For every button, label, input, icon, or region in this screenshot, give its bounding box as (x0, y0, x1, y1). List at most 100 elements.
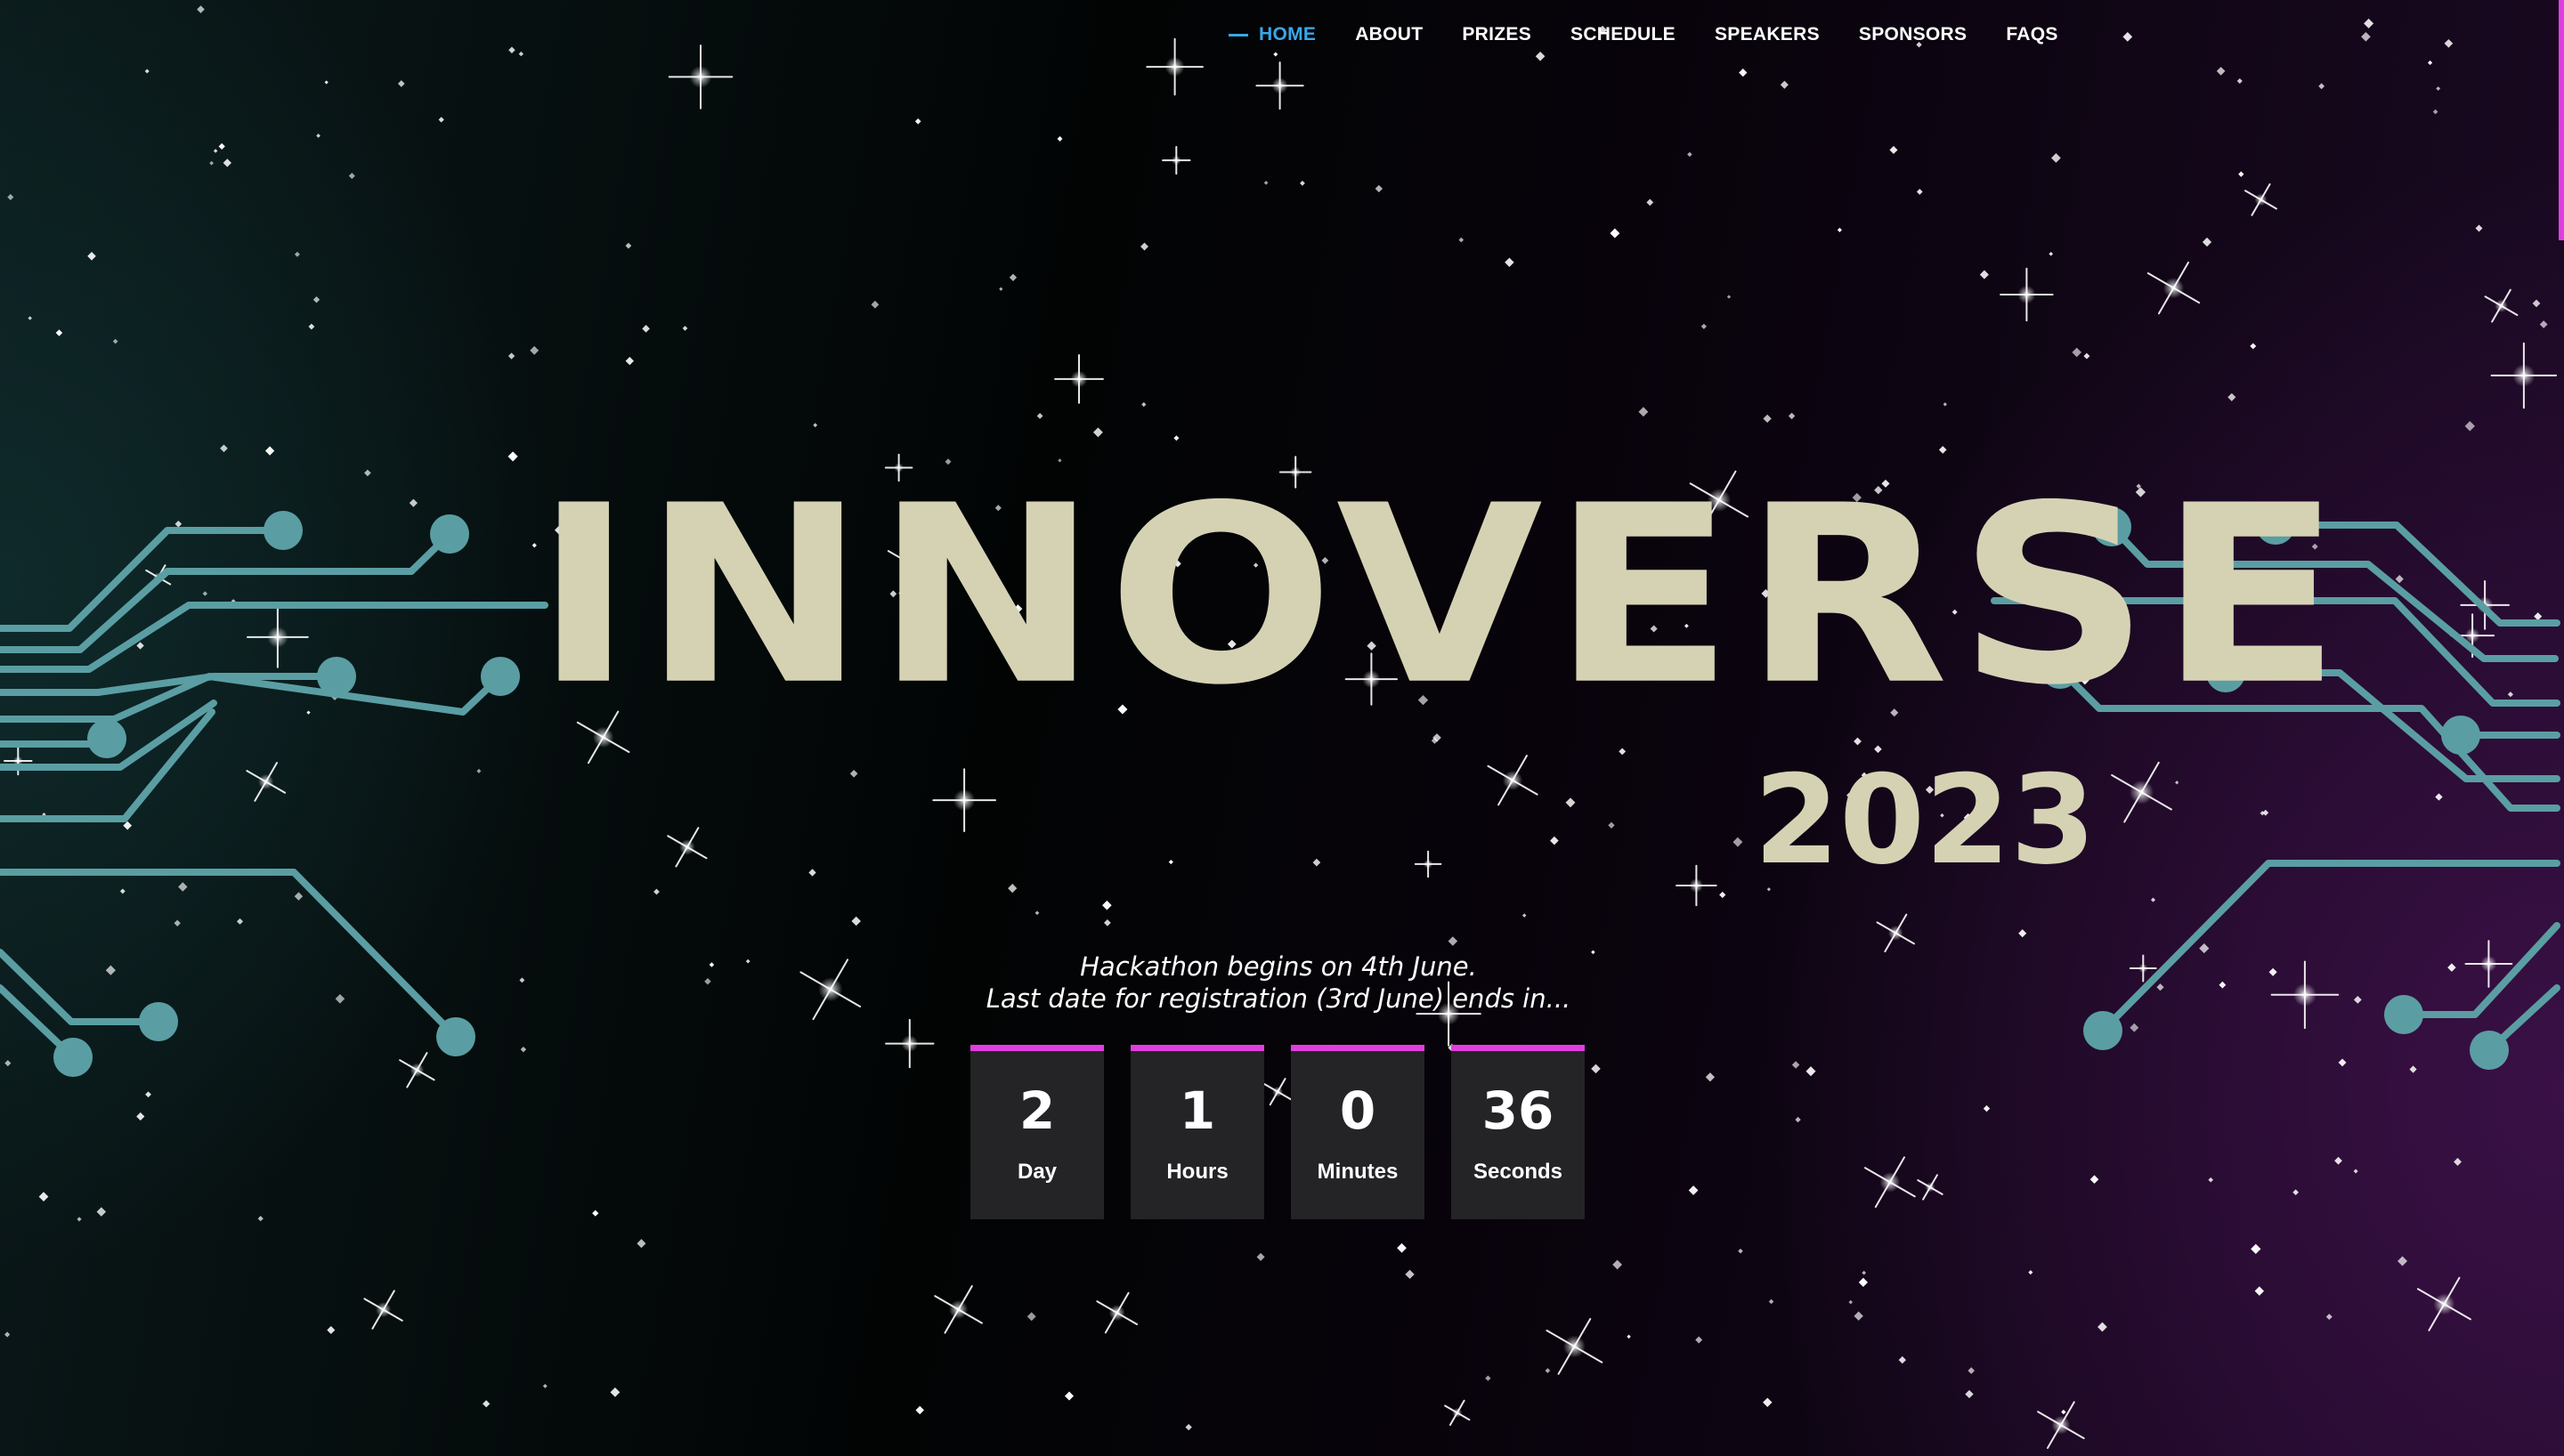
star-dot-icon (2208, 1177, 2214, 1183)
star-dot-icon (2353, 1169, 2358, 1174)
star-dot-icon (1791, 1061, 1800, 1069)
star-dot-icon (2156, 983, 2164, 991)
countdown-value: 36 (1481, 1080, 1554, 1141)
star-dot-icon (2122, 31, 2133, 42)
star-dot-icon (306, 710, 311, 715)
nav-item-schedule[interactable]: SCHEDULE (1570, 24, 1676, 45)
circuit-left-icon (0, 511, 548, 1077)
star-dot-icon (2325, 1314, 2333, 1321)
star-dot-icon (1256, 1252, 1265, 1261)
tagline-line-1: Hackathon begins on 4th June. (1080, 951, 1477, 982)
star-dot-icon (637, 1239, 646, 1249)
countdown-days: 2 Day (970, 1045, 1104, 1219)
star-dot-icon (1312, 858, 1321, 867)
nav-item-speakers[interactable]: SPEAKERS (1715, 24, 1820, 45)
star-dot-icon (1916, 189, 1923, 195)
star-sparkle-icon (1146, 37, 1204, 96)
star-dot-icon (1009, 273, 1018, 281)
star-dot-icon (1627, 1334, 1631, 1339)
countdown-value: 0 (1339, 1080, 1376, 1141)
star-dot-icon (55, 329, 63, 336)
star-dot-icon (483, 1400, 491, 1408)
star-sparkle-icon (1162, 146, 1191, 175)
nav-item-faqs[interactable]: FAQS (2006, 24, 2057, 45)
star-sparkle-icon (667, 827, 708, 868)
star-dot-icon (197, 5, 205, 13)
star-dot-icon (1646, 198, 1654, 206)
star-dot-icon (1889, 145, 1898, 154)
star-dot-icon (2475, 224, 2483, 232)
star-sparkle-icon (1864, 1156, 1916, 1209)
star-dot-icon (220, 444, 228, 453)
top-navigation: HOME ABOUT PRIZES SCHEDULE SPEAKERS SPON… (1229, 23, 2058, 46)
star-dot-icon (2454, 1158, 2462, 1166)
star-dot-icon (1965, 1389, 1974, 1399)
countdown-value: 2 (1018, 1080, 1056, 1141)
star-dot-icon (294, 251, 300, 257)
star-dot-icon (1064, 1391, 1075, 1401)
star-dot-icon (682, 326, 688, 331)
star-dot-icon (264, 446, 275, 456)
star-dot-icon (2018, 929, 2027, 938)
star-dot-icon (2447, 963, 2456, 972)
star-dot-icon (1185, 1423, 1192, 1431)
star-dot-icon (520, 1046, 527, 1053)
star-dot-icon (218, 142, 225, 150)
star-dot-icon (316, 133, 320, 138)
star-dot-icon (871, 300, 880, 309)
star-sparkle-icon (1876, 913, 1915, 953)
star-dot-icon (2250, 343, 2257, 350)
star-dot-icon (77, 1217, 82, 1222)
star-dot-icon (1705, 1072, 1716, 1082)
star-dot-icon (1854, 1311, 1863, 1321)
star-dot-icon (1795, 1116, 1801, 1123)
countdown-label: Minutes (1317, 1160, 1399, 1184)
star-dot-icon (1168, 859, 1173, 865)
star-dot-icon (1550, 836, 1559, 845)
star-dot-icon (1092, 427, 1103, 438)
star-dot-icon (223, 158, 231, 167)
star-dot-icon (1943, 402, 1947, 407)
star-sparkle-icon (1054, 354, 1104, 404)
star-dot-icon (1458, 237, 1465, 243)
star-dot-icon (1057, 136, 1063, 142)
nav-item-sponsors[interactable]: SPONSORS (1859, 24, 1967, 45)
star-sparkle-icon (2244, 182, 2277, 216)
star-dot-icon (1719, 891, 1726, 899)
star-sparkle-icon (1096, 1291, 1139, 1334)
star-dot-icon (1688, 1185, 1699, 1195)
star-dot-icon (1768, 1298, 1774, 1305)
star-dot-icon (2395, 575, 2404, 584)
star-dot-icon (2436, 86, 2441, 91)
star-dot-icon (2318, 83, 2325, 90)
star-dot-icon (2435, 793, 2443, 801)
nav-item-label: SCHEDULE (1570, 24, 1676, 44)
star-dot-icon (1687, 151, 1692, 158)
star-dot-icon (1521, 913, 1527, 918)
star-dot-icon (709, 962, 715, 967)
star-dot-icon (1405, 1269, 1415, 1280)
star-dot-icon (119, 888, 126, 894)
nav-item-home[interactable]: HOME (1229, 24, 1316, 45)
countdown-minutes: 0 Minutes (1291, 1045, 1424, 1219)
nav-item-about[interactable]: ABOUT (1355, 24, 1423, 45)
scrollbar-thumb[interactable] (2559, 0, 2564, 240)
star-dot-icon (625, 356, 634, 366)
star-dot-icon (209, 160, 215, 166)
star-dot-icon (294, 892, 304, 901)
star-dot-icon (2444, 38, 2454, 48)
star-dot-icon (145, 1091, 151, 1098)
star-dot-icon (508, 46, 515, 53)
star-dot-icon (1104, 918, 1111, 926)
nav-item-prizes[interactable]: PRIZES (1462, 24, 1531, 45)
star-sparkle-icon (1414, 850, 1442, 878)
star-sparkle-icon (247, 606, 309, 668)
star-sparkle-icon (2146, 261, 2201, 315)
star-dot-icon (2361, 31, 2371, 42)
star-dot-icon (1763, 1397, 1773, 1408)
star-dot-icon (2427, 60, 2433, 66)
star-dot-icon (1612, 1259, 1623, 1270)
star-dot-icon (364, 469, 371, 477)
star-dot-icon (2227, 392, 2236, 401)
star-sparkle-icon (1917, 1174, 1943, 1201)
